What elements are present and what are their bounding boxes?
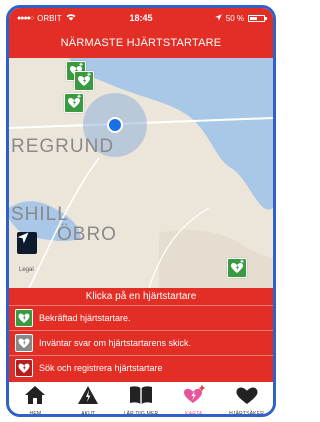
tab-emergency[interactable]: AKUT <box>62 382 115 417</box>
battery-group: 50 % <box>170 13 267 23</box>
tab-bar: HEM AKUT LÄR DIG MER KARTA HJÄRTSÄKER <box>9 382 273 417</box>
heart-icon <box>235 382 259 410</box>
carrier-name: ORBIT <box>37 13 62 23</box>
wifi-icon <box>66 13 76 23</box>
tab-label: AKUT <box>81 411 96 417</box>
emergency-icon <box>77 382 99 410</box>
home-icon <box>24 382 46 410</box>
aed-register-icon <box>15 359 33 377</box>
locate-me-button[interactable] <box>17 232 37 254</box>
aed-map-marker[interactable] <box>227 258 247 278</box>
signal-strength-icon: ●●●●○ <box>17 14 34 22</box>
aed-pending-icon <box>15 334 33 352</box>
tab-home[interactable]: HEM <box>9 382 62 417</box>
book-icon <box>129 382 153 410</box>
tab-label: LÄR DIG MER <box>123 411 159 417</box>
status-bar: ●●●●○ ORBIT 18:45 50 % <box>9 8 273 28</box>
tab-label: HJÄRTSÄKER <box>229 411 265 417</box>
tab-map[interactable]: KARTA <box>167 382 220 417</box>
tab-label: KARTA <box>185 411 203 417</box>
tab-heart-safe[interactable]: HJÄRTSÄKER <box>220 382 273 417</box>
location-arrow-icon <box>214 13 222 23</box>
map-place-label: SHILL <box>11 204 69 225</box>
legend-item-label: Sök och registrera hjärtstartare <box>39 363 163 373</box>
legend-item-label: Inväntar svar om hjärtstartarens skick. <box>39 338 192 348</box>
tab-learn-more[interactable]: LÄR DIG MER <box>115 382 168 417</box>
battery-percent: 50 % <box>225 13 244 23</box>
legend-item-register[interactable]: Sök och registrera hjärtstartare <box>9 355 273 380</box>
map-place-label: ÖBRO <box>57 224 117 245</box>
map-place-label: REGRUND <box>11 136 115 157</box>
battery-icon <box>248 14 267 22</box>
legend-item-pending: Inväntar svar om hjärtstartarens skick. <box>9 330 273 355</box>
legend-panel: Klicka på en hjärtstartare Bekräftad hjä… <box>9 288 273 382</box>
battery-level <box>250 16 257 20</box>
legal-link[interactable]: Legal <box>19 267 34 273</box>
carrier-group: ●●●●○ ORBIT <box>17 13 112 23</box>
page-title: NÄRMASTE HJÄRTSTARTARE <box>9 28 273 58</box>
legend-item-label: Bekräftad hjärtstartare. <box>39 313 131 323</box>
aed-confirmed-icon <box>15 309 33 327</box>
map-view[interactable]: REGRUND SHILL ÖBRO Legal <box>9 58 273 288</box>
map-heart-icon <box>182 382 206 410</box>
legend-item-confirmed: Bekräftad hjärtstartare. <box>9 305 273 330</box>
legend-header: Klicka på en hjärtstartare <box>85 291 197 302</box>
aed-map-marker[interactable] <box>74 71 94 91</box>
aed-map-marker[interactable] <box>64 93 84 113</box>
clock: 18:45 <box>129 13 153 23</box>
tab-label: HEM <box>29 411 42 417</box>
phone-screen: ●●●●○ ORBIT 18:45 50 % NÄRMASTE HJÄRTSTA… <box>6 5 276 417</box>
map-background <box>9 58 273 288</box>
